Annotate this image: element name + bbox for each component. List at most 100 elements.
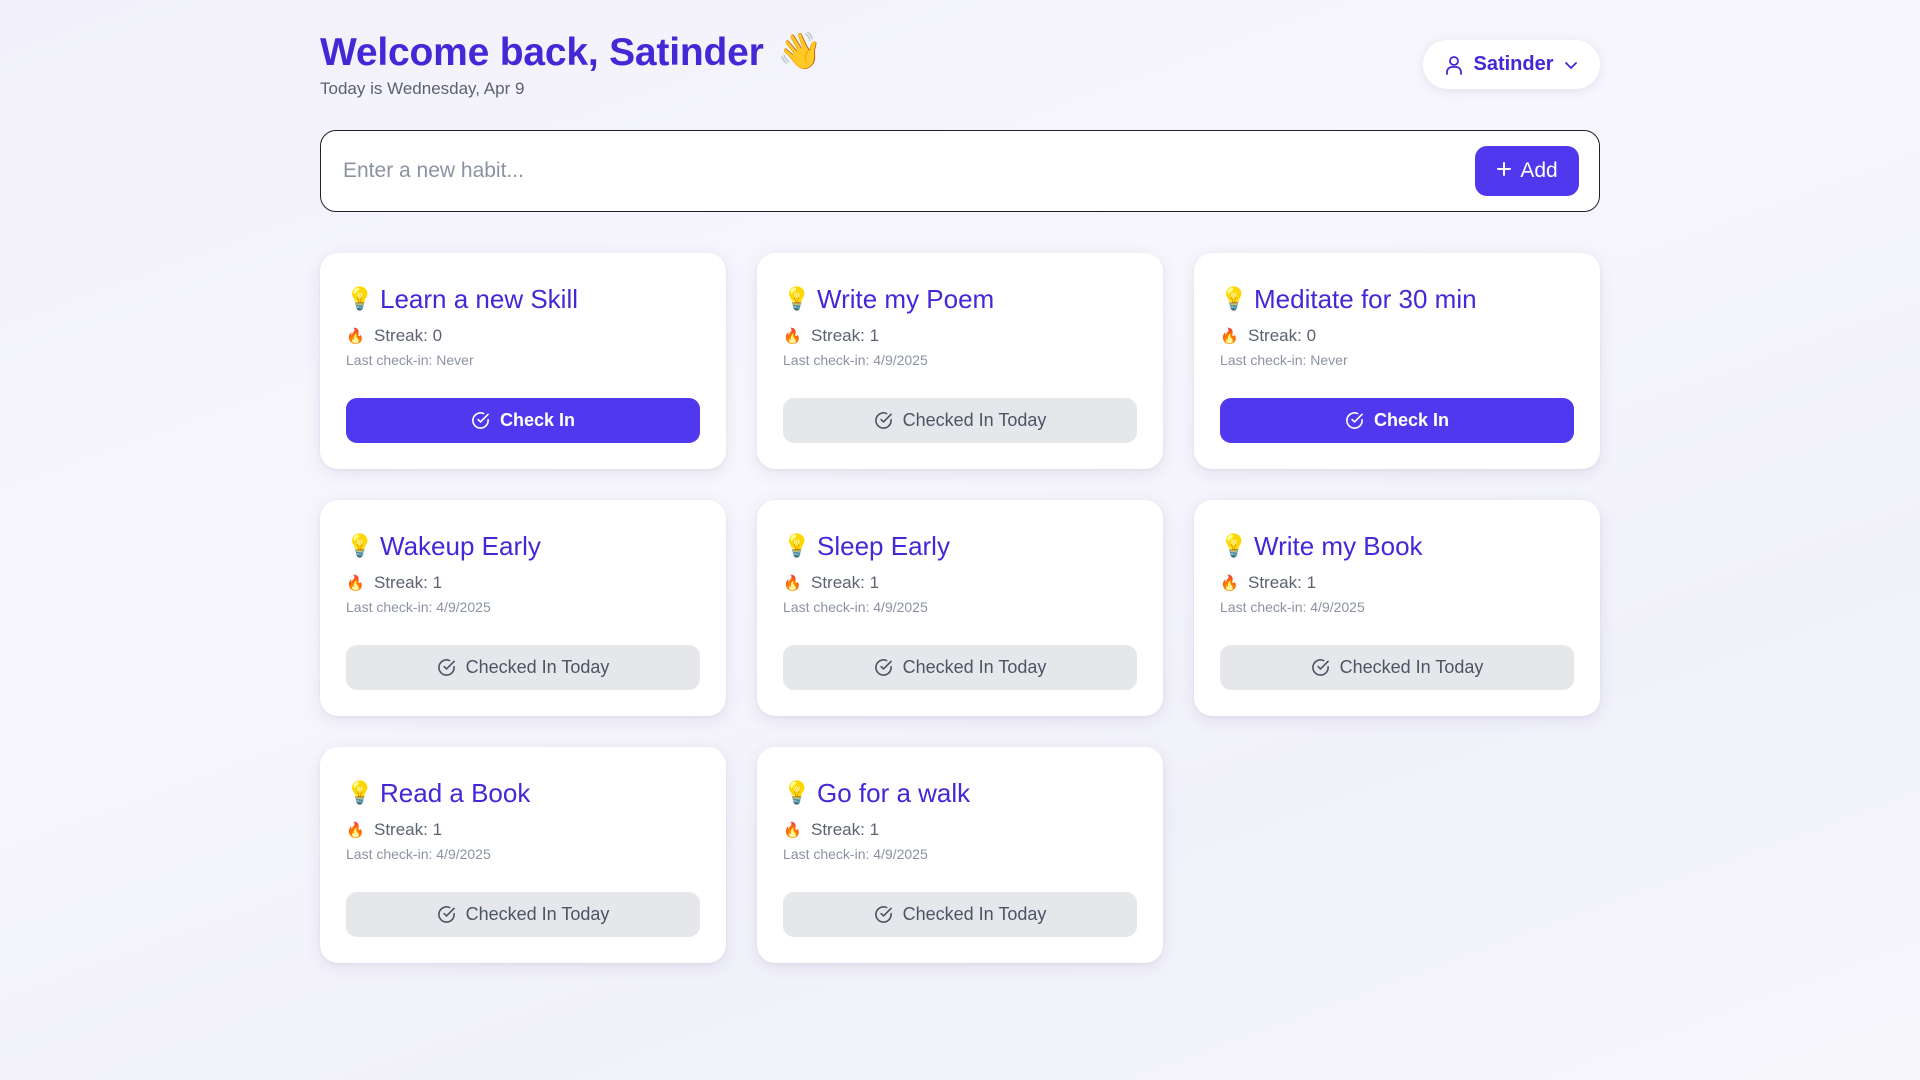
streak-row: 🔥 Streak: 1 <box>346 819 700 841</box>
streak-row: 🔥 Streak: 1 <box>783 325 1137 347</box>
check-in-button[interactable]: Check In <box>1220 398 1574 443</box>
habit-title-row: 💡 Learn a new Skill <box>346 281 700 317</box>
streak-row: 🔥 Streak: 0 <box>346 325 700 347</box>
streak-text: Streak: 1 <box>811 820 880 839</box>
lightbulb-icon: 💡 <box>783 533 811 558</box>
streak-row: 🔥 Streak: 1 <box>783 572 1137 594</box>
streak-row: 🔥 Streak: 1 <box>783 819 1137 841</box>
streak-text: Streak: 1 <box>811 573 880 592</box>
user-name: Satinder <box>1473 53 1554 75</box>
check-circle-icon <box>874 658 893 677</box>
lightbulb-icon: 💡 <box>783 286 811 311</box>
habit-title-row: 💡 Sleep Early <box>783 528 1137 564</box>
habit-title: Write my Poem <box>817 283 995 314</box>
habit-card: 💡 Write my Book 🔥 Streak: 1 Last check-i… <box>1194 500 1600 716</box>
last-checkin-text: Last check-in: Never <box>346 352 474 368</box>
dashboard: Welcome back, Satinder 👋 Today is Wednesd… <box>320 0 1600 963</box>
habit-title: Go for a walk <box>817 777 971 808</box>
last-checkin-text: Last check-in: 4/9/2025 <box>783 599 928 615</box>
streak-text: Streak: 0 <box>1248 326 1317 345</box>
lightbulb-icon: 💡 <box>783 780 811 805</box>
lightbulb-icon: 💡 <box>1220 533 1248 558</box>
checked-in-today-button[interactable]: Checked In Today <box>783 892 1137 937</box>
check-circle-icon <box>874 905 893 924</box>
habit-title-row: 💡 Read a Book <box>346 775 700 811</box>
streak-row: 🔥 Streak: 1 <box>346 572 700 594</box>
habit-card: 💡 Wakeup Early 🔥 Streak: 1 Last check-in… <box>320 500 726 716</box>
habit-card: 💡 Read a Book 🔥 Streak: 1 Last check-in:… <box>320 747 726 963</box>
flame-icon: 🔥 <box>1220 328 1239 345</box>
habit-title-row: 💡 Write my Poem <box>783 281 1137 317</box>
streak-text: Streak: 0 <box>374 326 443 345</box>
check-in-button[interactable]: Check In <box>346 398 700 443</box>
checked-in-today-button[interactable]: Checked In Today <box>346 645 700 690</box>
add-habit-bar: Add <box>320 130 1600 212</box>
flame-icon: 🔥 <box>346 822 365 839</box>
new-habit-input[interactable] <box>341 158 1475 184</box>
checked-in-today-button[interactable]: Checked In Today <box>1220 645 1574 690</box>
habit-title: Meditate for 30 min <box>1254 283 1477 314</box>
habit-card: 💡 Write my Poem 🔥 Streak: 1 Last check-i… <box>757 253 1163 469</box>
checked-in-today-button[interactable]: Checked In Today <box>783 398 1137 443</box>
last-checkin-text: Last check-in: 4/9/2025 <box>1220 599 1365 615</box>
check-in-label: Check In <box>1373 410 1450 430</box>
habit-title-row: 💡 Go for a walk <box>783 775 1137 811</box>
check-circle-icon <box>437 658 456 677</box>
streak-text: Streak: 1 <box>811 326 880 345</box>
checked-in-label: Checked In Today <box>902 410 1047 430</box>
checked-in-today-button[interactable]: Checked In Today <box>783 645 1137 690</box>
flame-icon: 🔥 <box>783 328 802 345</box>
lightbulb-icon: 💡 <box>346 780 374 805</box>
checked-in-label: Checked In Today <box>465 904 610 924</box>
lightbulb-icon: 💡 <box>1220 286 1248 311</box>
habit-card: 💡 Learn a new Skill 🔥 Streak: 0 Last che… <box>320 253 726 469</box>
lightbulb-icon: 💡 <box>346 286 374 311</box>
check-circle-icon <box>874 411 893 430</box>
last-checkin-text: Last check-in: 4/9/2025 <box>346 846 491 862</box>
checked-in-label: Checked In Today <box>902 904 1047 924</box>
streak-row: 🔥 Streak: 0 <box>1220 325 1574 347</box>
user-menu-button[interactable]: Satinder <box>1423 40 1600 89</box>
streak-text: Streak: 1 <box>1248 573 1317 592</box>
habit-title: Read a Book <box>380 777 531 808</box>
habit-card: 💡 Sleep Early 🔥 Streak: 1 Last check-in:… <box>757 500 1163 716</box>
checked-in-label: Checked In Today <box>902 657 1047 677</box>
check-circle-icon <box>1345 411 1364 430</box>
date-subtitle: Today is Wednesday, Apr 9 <box>320 79 525 98</box>
habit-title: Write my Book <box>1254 530 1423 561</box>
streak-row: 🔥 Streak: 1 <box>1220 572 1574 594</box>
welcome-text: Welcome back, Satinder <box>320 31 764 74</box>
header: Welcome back, Satinder 👋 Today is Wednesd… <box>320 0 1600 130</box>
check-circle-icon <box>471 411 490 430</box>
flame-icon: 🔥 <box>1220 575 1239 592</box>
habit-title-row: 💡 Wakeup Early <box>346 528 700 564</box>
add-button-label: Add <box>1520 159 1558 182</box>
check-circle-icon <box>1311 658 1330 677</box>
streak-text: Streak: 1 <box>374 820 443 839</box>
habit-title-row: 💡 Meditate for 30 min <box>1220 281 1574 317</box>
flame-icon: 🔥 <box>346 328 365 345</box>
last-checkin-text: Last check-in: 4/9/2025 <box>783 352 928 368</box>
check-in-label: Check In <box>499 410 576 430</box>
habit-card: 💡 Meditate for 30 min 🔥 Streak: 0 Last c… <box>1194 253 1600 469</box>
checked-in-label: Checked In Today <box>465 657 610 677</box>
flame-icon: 🔥 <box>346 575 365 592</box>
plus-icon <box>1496 159 1512 183</box>
habit-title-row: 💡 Write my Book <box>1220 528 1574 564</box>
habit-title: Learn a new Skill <box>380 283 578 314</box>
habit-grid: 💡 Learn a new Skill 🔥 Streak: 0 Last che… <box>320 253 1600 963</box>
last-checkin-text: Last check-in: Never <box>1220 352 1348 368</box>
checked-in-label: Checked In Today <box>1339 657 1484 677</box>
add-habit-button[interactable]: Add <box>1475 146 1579 196</box>
waving-hand-icon: 👋 <box>777 30 823 71</box>
last-checkin-text: Last check-in: 4/9/2025 <box>783 846 928 862</box>
check-circle-icon <box>437 905 456 924</box>
page-title: Welcome back, Satinder 👋 <box>320 30 822 75</box>
habit-title: Wakeup Early <box>380 530 541 561</box>
checked-in-today-button[interactable]: Checked In Today <box>346 892 700 937</box>
flame-icon: 🔥 <box>783 822 802 839</box>
flame-icon: 🔥 <box>783 575 802 592</box>
chevron-down-icon <box>1564 60 1578 70</box>
last-checkin-text: Last check-in: 4/9/2025 <box>346 599 491 615</box>
streak-text: Streak: 1 <box>374 573 443 592</box>
